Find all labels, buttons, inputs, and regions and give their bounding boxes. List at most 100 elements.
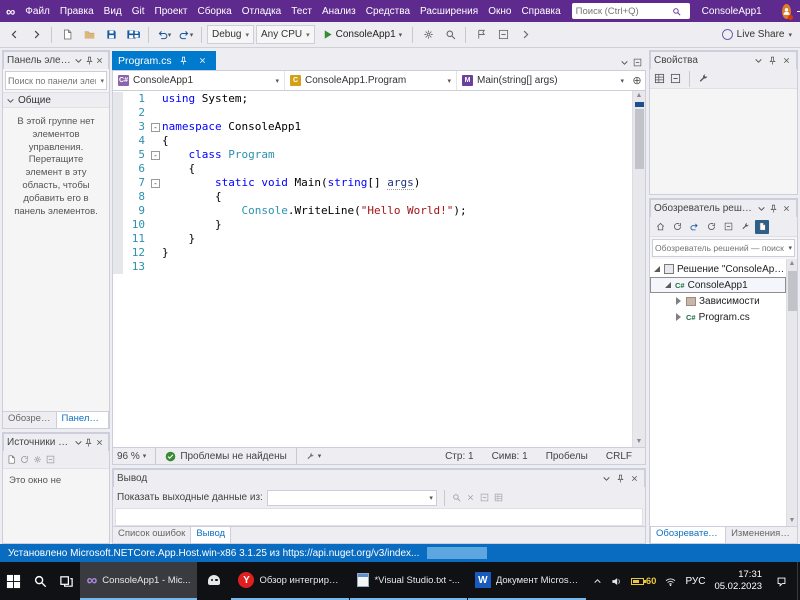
chevron-down-icon[interactable]: ▾ (98, 77, 106, 85)
taskbar-button-notepad[interactable]: *Visual Studio.txt -... (350, 562, 467, 600)
scrollbar-thumb[interactable] (634, 109, 644, 169)
solution-platform-dropdown[interactable]: Any CPU ▾ (255, 25, 315, 44)
menu-item[interactable]: Окно (483, 6, 516, 17)
output-tab[interactable]: Вывод (190, 527, 232, 543)
volume-icon[interactable] (611, 576, 622, 587)
word-wrap-icon[interactable] (480, 493, 489, 502)
tree-expander-icon[interactable] (674, 297, 683, 305)
battery-indicator[interactable]: 60 (630, 576, 656, 587)
window-position-menu-icon[interactable] (755, 202, 768, 216)
code-line[interactable]: 13 (113, 260, 632, 274)
member-dropdown[interactable]: M Main(string[] args) ▾ (457, 71, 629, 90)
menu-item[interactable]: Вид (99, 6, 127, 17)
start-debugging-button[interactable]: ConsoleApp1 ▾ (317, 25, 408, 45)
tree-expander-icon[interactable] (652, 266, 661, 272)
toolbox-tab[interactable]: Панель эле... (55, 412, 109, 428)
close-icon[interactable] (196, 54, 210, 68)
preview-selected-items-icon[interactable] (755, 219, 769, 234)
solution-tab[interactable]: Изменения Git — п... (726, 527, 797, 543)
user-avatar[interactable] (781, 3, 793, 20)
switch-views-icon[interactable] (670, 220, 684, 234)
menu-item[interactable]: Расширения (415, 6, 483, 17)
tree-expander-icon[interactable] (663, 282, 672, 288)
menu-item[interactable]: Тест (286, 6, 317, 17)
toolbox-search-input[interactable] (6, 75, 99, 86)
autoscroll-icon[interactable] (494, 493, 503, 502)
project-dropdown[interactable]: C# ConsoleApp1 ▾ (113, 71, 285, 90)
solution-search[interactable]: ▾ (652, 239, 795, 257)
tree-expander-icon[interactable] (674, 313, 683, 321)
tree-item-sln[interactable]: Решение "ConsoleApp1" (проекты: 1 из 1) (650, 261, 786, 277)
bookmark-button[interactable] (471, 25, 491, 45)
task-view-button[interactable] (53, 562, 80, 600)
data-sources-header[interactable]: Источники данных (3, 433, 109, 451)
clock[interactable]: 17:31 05.02.2023 (714, 569, 762, 593)
solution-explorer-header[interactable]: Обозреватель решений (650, 199, 797, 217)
alphabetical-view-icon[interactable] (670, 73, 681, 84)
attach-debugger-button[interactable] (418, 25, 438, 45)
breakpoint-margin[interactable] (113, 92, 123, 106)
close-icon[interactable] (94, 54, 105, 68)
navigate-forward-button[interactable] (26, 25, 46, 45)
breakpoint-margin[interactable] (113, 134, 123, 148)
fold-collapse-control[interactable]: - (149, 148, 162, 162)
breakpoint-margin[interactable] (113, 204, 123, 218)
quick-launch-input[interactable] (575, 5, 672, 17)
code-line[interactable]: 9 Console.WriteLine("Hello World!"); (113, 204, 632, 218)
code-line[interactable]: 11 } (113, 232, 632, 246)
close-icon[interactable] (94, 436, 105, 450)
quick-launch-search[interactable] (571, 3, 690, 19)
navigate-back-button[interactable] (4, 25, 24, 45)
new-file-button[interactable] (57, 25, 77, 45)
menu-item[interactable]: Файл (20, 6, 55, 17)
code-line[interactable]: 8 { (113, 190, 632, 204)
start-button[interactable] (0, 562, 27, 600)
collapse-icon[interactable] (46, 455, 55, 464)
close-icon[interactable] (780, 202, 793, 216)
save-all-button[interactable] (123, 25, 143, 45)
scroll-up-icon[interactable]: ▲ (636, 91, 643, 101)
refresh-icon[interactable] (20, 455, 29, 464)
taskbar-search-button[interactable] (27, 562, 54, 600)
close-icon[interactable] (779, 54, 793, 68)
output-content[interactable] (115, 508, 643, 526)
clear-all-icon[interactable] (466, 493, 475, 502)
toolbox-tab[interactable]: Обозревате... (3, 412, 56, 428)
collapse-all-icon[interactable] (721, 220, 735, 234)
split-window-button[interactable]: ⊕ (629, 74, 645, 87)
menu-item[interactable]: Проект (150, 6, 193, 17)
tree-item-csproj[interactable]: C# ConsoleApp1 (650, 277, 786, 293)
toolbox-header[interactable]: Панель элементов (3, 51, 109, 69)
status-segment[interactable]: CRLF (597, 451, 641, 462)
pin-icon[interactable] (84, 54, 95, 68)
language-indicator[interactable]: РУС (685, 576, 705, 587)
window-position-menu-icon[interactable] (73, 436, 84, 450)
pin-icon[interactable] (765, 54, 779, 68)
save-button[interactable] (101, 25, 121, 45)
breakpoint-margin[interactable] (113, 176, 123, 190)
breakpoint-margin[interactable] (113, 246, 123, 260)
action-center-button[interactable] (771, 576, 791, 587)
indent-button[interactable] (515, 25, 535, 45)
scroll-down-icon[interactable]: ▼ (789, 516, 796, 526)
add-source-icon[interactable] (7, 455, 16, 464)
open-file-button[interactable] (79, 25, 99, 45)
taskbar-button-yandex[interactable]: Y Обзор интегриров... (231, 562, 350, 600)
menu-item[interactable]: Правка (55, 6, 99, 17)
code-line[interactable]: 12} (113, 246, 632, 260)
menu-item[interactable]: Сборка (192, 6, 236, 17)
pin-icon[interactable] (767, 202, 780, 216)
window-position-menu-icon[interactable] (73, 54, 84, 68)
properties-content[interactable] (650, 89, 797, 194)
breakpoint-margin[interactable] (113, 162, 123, 176)
breakpoint-margin[interactable] (113, 106, 123, 120)
redo-button[interactable]: ▾ (176, 25, 196, 45)
configure-icon[interactable] (33, 455, 42, 464)
code-health-indicator[interactable]: Проблемы не найдены (165, 451, 287, 462)
properties-header[interactable]: Свойства (650, 51, 797, 69)
breakpoint-margin[interactable] (113, 218, 123, 232)
float-window-icon[interactable] (633, 58, 642, 67)
categorized-view-icon[interactable] (654, 73, 665, 84)
toolbox-search[interactable]: ▾ (5, 71, 107, 90)
scroll-down-icon[interactable]: ▼ (636, 437, 643, 447)
